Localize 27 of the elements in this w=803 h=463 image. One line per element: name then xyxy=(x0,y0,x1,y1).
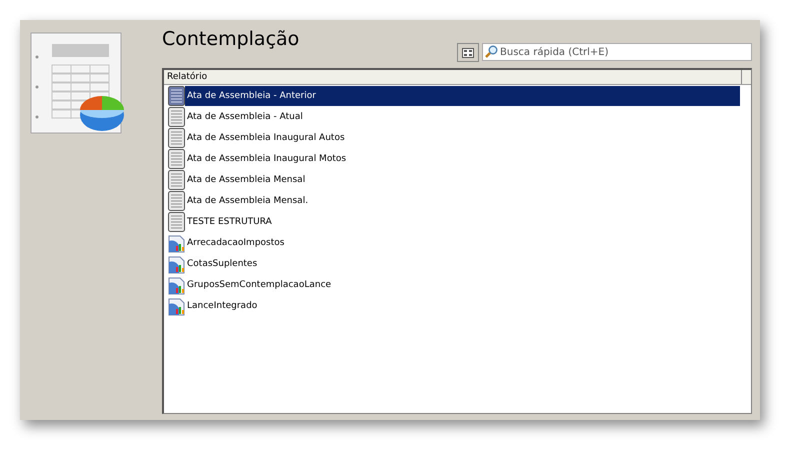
chart-icon xyxy=(168,274,185,294)
report-item[interactable]: GruposSemContemplacaoLance xyxy=(185,274,740,294)
document-icon xyxy=(168,170,185,190)
report-item[interactable]: CotasSuplentes xyxy=(185,254,740,274)
document-icon xyxy=(168,128,185,148)
report-chart-icon xyxy=(30,32,125,135)
document-icon xyxy=(168,106,185,126)
page-title: Contemplação xyxy=(162,27,300,50)
report-item[interactable]: Ata de Assembleia - Atual xyxy=(185,106,740,126)
document-icon xyxy=(168,86,185,106)
document-icon xyxy=(168,190,185,210)
report-item[interactable]: Ata de Assembleia Inaugural Motos xyxy=(185,148,740,168)
report-item[interactable]: Ata de Assembleia Mensal xyxy=(185,170,740,190)
document-icon xyxy=(168,212,185,232)
grid-icon xyxy=(462,48,474,58)
search-field[interactable]: Busca rápida (Ctrl+E) xyxy=(482,43,752,61)
report-item[interactable]: TESTE ESTRUTURA xyxy=(185,212,740,232)
chart-icon xyxy=(168,232,185,252)
report-item[interactable]: Ata de Assembleia - Anterior xyxy=(185,86,740,106)
view-toggle-button[interactable] xyxy=(457,43,479,62)
report-item[interactable]: ArrecadacaoImpostos xyxy=(185,232,740,252)
report-item[interactable]: LanceIntegrado xyxy=(185,296,740,316)
report-item[interactable]: Ata de Assembleia Mensal. xyxy=(185,190,740,210)
chart-icon xyxy=(168,254,185,274)
chart-icon xyxy=(168,296,185,316)
report-item[interactable]: Ata de Assembleia Inaugural Autos xyxy=(185,128,740,148)
document-icon xyxy=(168,148,185,168)
